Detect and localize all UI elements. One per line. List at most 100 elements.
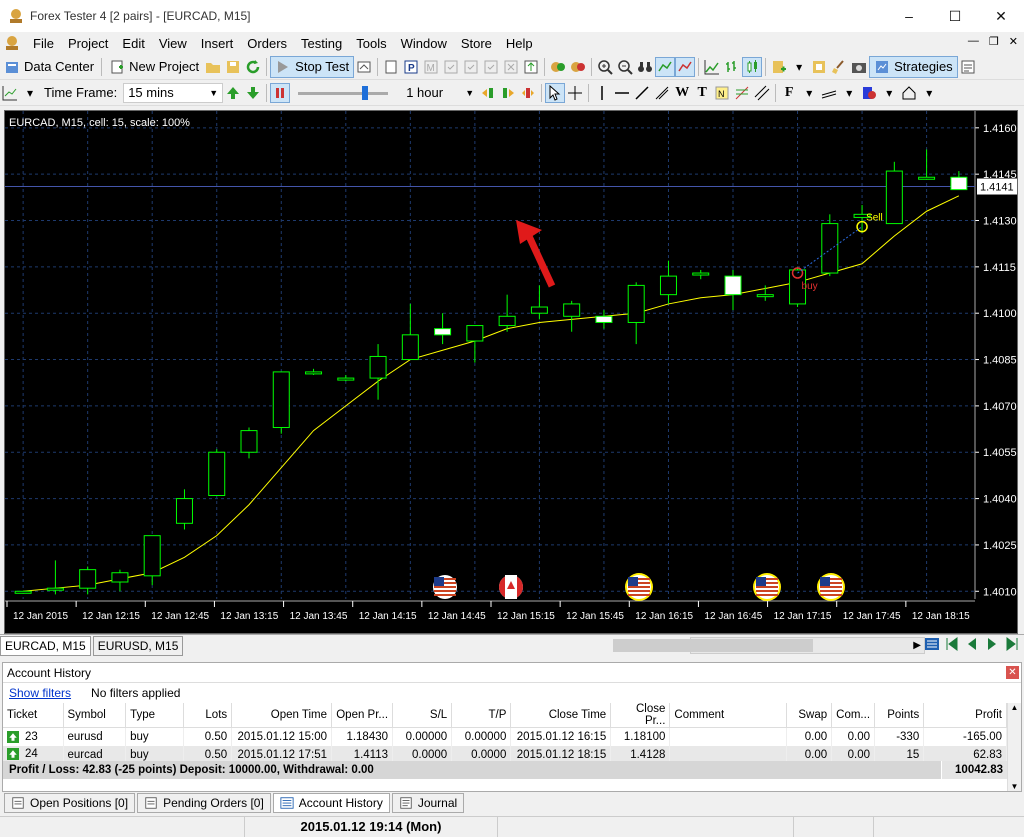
tab-pending-orders[interactable]: Pending Orders [0]	[137, 793, 271, 813]
col-open-time[interactable]: Open Time	[231, 703, 333, 728]
menu-store[interactable]: Store	[454, 36, 499, 51]
col-close-price[interactable]: Close Pr...	[610, 703, 671, 728]
step-forward-icon[interactable]	[498, 83, 518, 103]
slider-thumb[interactable]	[362, 85, 369, 100]
horizontal-line-icon[interactable]	[612, 83, 632, 103]
close-button[interactable]: ✕	[978, 0, 1024, 32]
fibonacci-icon[interactable]	[732, 83, 752, 103]
strategies-button[interactable]: Strategies	[869, 55, 958, 78]
price-chart[interactable]: 1.4160 1.4145 1.4130 1.4115 1.4100 1.4085 1.40…	[4, 110, 1018, 634]
dropdown-icon-5[interactable]: ▾	[879, 83, 899, 103]
note-icon[interactable]: N	[712, 83, 732, 103]
add-indicator-icon[interactable]	[769, 57, 789, 77]
col-tp[interactable]: T/P	[451, 703, 512, 728]
color-icon[interactable]	[859, 83, 879, 103]
speed-select[interactable]: 1 hour ▼	[402, 83, 478, 103]
menu-insert[interactable]: Insert	[194, 36, 241, 51]
stop-test-button[interactable]: Stop Test	[270, 55, 355, 78]
tab-eurusd[interactable]: EURUSD, M15	[92, 635, 184, 656]
dropdown-icon[interactable]: ▾	[789, 57, 809, 77]
new-project-button[interactable]: New Project	[105, 56, 203, 78]
chart-shift-icon[interactable]	[655, 56, 676, 77]
col-ticket[interactable]: Ticket	[3, 703, 64, 728]
crosshair-icon[interactable]	[565, 83, 585, 103]
data-center-button[interactable]: Data Center	[0, 56, 98, 78]
mdi-restore-icon[interactable]: ❐	[989, 35, 999, 48]
minimize-button[interactable]: –	[886, 0, 932, 32]
trend-line-icon[interactable]	[632, 83, 652, 103]
mdi-close-icon[interactable]: ✕	[1009, 35, 1018, 48]
panel-scrollbar[interactable]: ▲ ▼	[1007, 703, 1021, 791]
candlestick-icon[interactable]	[742, 56, 763, 77]
col-type[interactable]: Type	[125, 703, 184, 728]
p-icon[interactable]: P	[401, 57, 421, 77]
panel-close-icon[interactable]: ✕	[1006, 666, 1019, 679]
scroll-down-icon[interactable]: ▼	[1011, 782, 1019, 791]
show-filters-link[interactable]: Show filters	[9, 686, 71, 700]
col-symbol[interactable]: Symbol	[63, 703, 127, 728]
menu-project[interactable]: Project	[61, 36, 115, 51]
scroll-up-icon[interactable]: ▲	[1011, 703, 1019, 712]
dropdown-icon-2[interactable]: ▾	[20, 83, 40, 103]
col-swap[interactable]: Swap	[786, 703, 833, 728]
delete-doc-icon[interactable]	[501, 57, 521, 77]
menu-testing[interactable]: Testing	[294, 36, 349, 51]
menu-edit[interactable]: Edit	[115, 36, 151, 51]
menu-tools[interactable]: Tools	[349, 36, 393, 51]
open-folder-icon[interactable]	[203, 57, 223, 77]
save-icon[interactable]	[223, 57, 243, 77]
mdi-minimize-icon[interactable]: —	[968, 35, 979, 48]
channel-icon[interactable]	[752, 83, 772, 103]
col-profit[interactable]: Profit	[923, 703, 1007, 728]
menu-help[interactable]: Help	[499, 36, 540, 51]
col-lots[interactable]: Lots	[183, 703, 233, 728]
col-open-price[interactable]: Open Pr...	[331, 703, 394, 728]
dropdown-icon-4[interactable]: ▾	[839, 83, 859, 103]
templates-icon[interactable]	[809, 57, 829, 77]
line-style-icon[interactable]	[819, 83, 839, 103]
col-sl[interactable]: S/L	[392, 703, 453, 728]
indicator-icon-2[interactable]	[568, 57, 588, 77]
document-icon[interactable]	[4, 35, 20, 51]
indicator-icon[interactable]	[548, 57, 568, 77]
broom-icon[interactable]	[829, 57, 849, 77]
binoculars-icon[interactable]	[635, 57, 655, 77]
last-page-icon[interactable]	[1004, 636, 1020, 652]
vertical-line-icon[interactable]	[592, 83, 612, 103]
tab-eurcad[interactable]: EURCAD, M15	[0, 635, 91, 656]
ray-icon[interactable]	[652, 83, 672, 103]
refresh-icon[interactable]	[243, 57, 263, 77]
first-page-icon[interactable]	[944, 636, 960, 652]
speed-slider[interactable]	[298, 83, 389, 103]
test-settings-icon[interactable]	[354, 57, 374, 77]
menu-view[interactable]: View	[152, 36, 194, 51]
step-both-icon[interactable]	[518, 83, 538, 103]
check-doc-icon-3[interactable]	[481, 57, 501, 77]
wave-icon[interactable]: W	[672, 83, 692, 103]
check-doc-icon[interactable]	[441, 57, 461, 77]
maximize-button[interactable]: ☐	[932, 0, 978, 32]
chart-scrollbar[interactable]: ◀ ▶	[612, 637, 925, 654]
tab-account-history[interactable]: Account History	[272, 793, 390, 813]
previous-icon[interactable]	[964, 636, 980, 652]
m-icon[interactable]: M	[421, 57, 441, 77]
tab-open-positions[interactable]: Open Positions [0]	[4, 793, 136, 813]
menu-window[interactable]: Window	[394, 36, 454, 51]
chart-list-icon[interactable]	[924, 636, 940, 652]
dropdown-icon-3[interactable]: ▾	[799, 83, 819, 103]
page-icon[interactable]	[381, 57, 401, 77]
text-icon[interactable]: T	[692, 83, 712, 103]
zoom-out-icon[interactable]	[615, 57, 635, 77]
camera-icon[interactable]	[849, 57, 869, 77]
table-row[interactable]: 23 eurusd buy 0.50 2015.01.12 15:00 1.18…	[3, 727, 1007, 746]
col-comment[interactable]: Comment	[669, 703, 787, 728]
auto-scroll-icon[interactable]	[675, 56, 696, 77]
menu-file[interactable]: File	[26, 36, 61, 51]
col-commission[interactable]: Com...	[831, 703, 876, 728]
dropdown-icon-6[interactable]: ▾	[919, 83, 939, 103]
bar-chart-icon[interactable]	[722, 57, 742, 77]
arrow-up-icon[interactable]	[223, 83, 243, 103]
home-icon[interactable]	[899, 83, 919, 103]
settings-icon[interactable]	[958, 57, 978, 77]
zoom-in-icon[interactable]	[595, 57, 615, 77]
